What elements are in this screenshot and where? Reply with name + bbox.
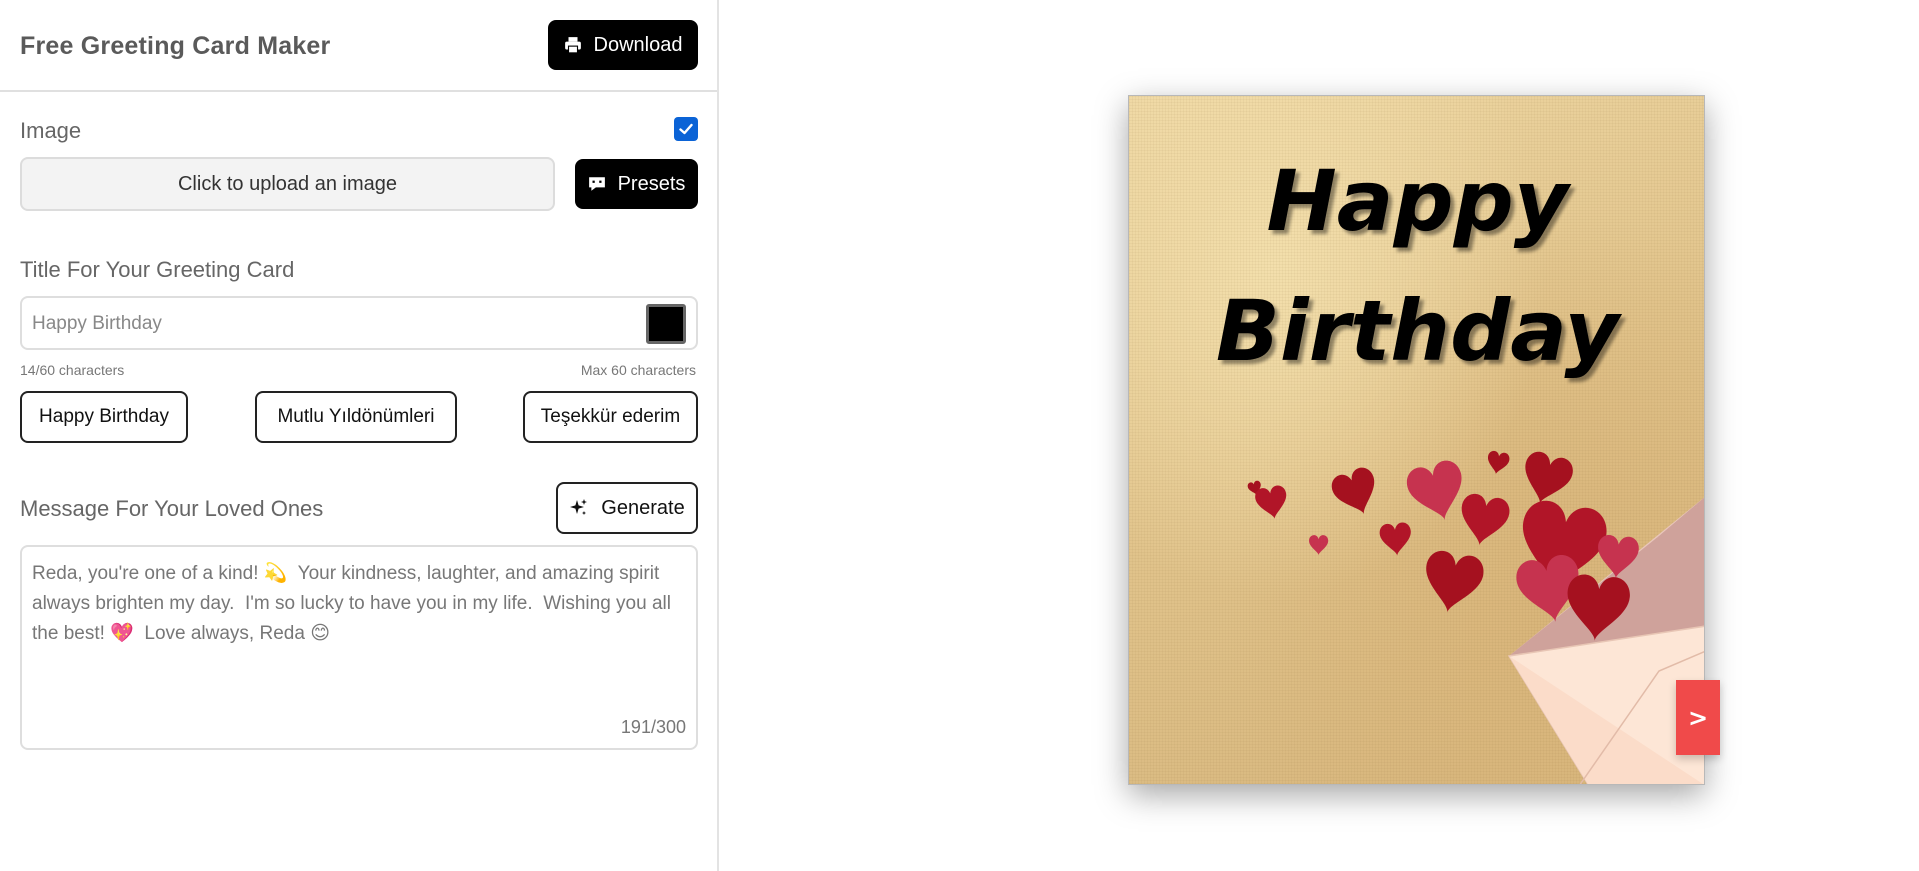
image-section-label: Image	[20, 118, 82, 143]
message-char-count: 191/300	[620, 717, 686, 737]
sparkle-icon	[570, 499, 588, 515]
image-toggle-checkbox[interactable]	[674, 117, 698, 141]
generate-button[interactable]: Generate	[556, 482, 698, 534]
title-input-container	[20, 296, 698, 350]
heart-icons	[1246, 448, 1640, 644]
app-title: Free Greeting Card Maker	[20, 32, 331, 60]
chat-icon	[588, 177, 605, 191]
message-textarea[interactable]: Reda, you're one of a kind! 💫 Your kindn…	[20, 545, 698, 750]
printer-icon	[564, 37, 581, 54]
message-section-label: Message For Your Loved Ones	[20, 496, 324, 521]
app-root: Free Greeting Card Maker Download Image …	[0, 0, 1919, 871]
title-color-picker[interactable]	[646, 304, 686, 344]
title-section-label: Title For Your Greeting Card	[20, 257, 295, 282]
presets-label: Presets	[617, 172, 686, 195]
checkmark-icon	[679, 123, 693, 135]
next-design-button[interactable]: >	[1676, 680, 1720, 755]
editor-panel: Free Greeting Card Maker Download Image …	[0, 0, 719, 871]
title-max-hint: Max 60 characters	[580, 362, 696, 378]
panel-header: Free Greeting Card Maker Download	[0, 0, 717, 92]
generate-label: Generate	[601, 496, 685, 519]
title-char-count: 14/60 characters	[20, 362, 125, 378]
presets-button[interactable]: Presets	[575, 159, 698, 209]
card-preview: Happy Birthday	[1128, 95, 1705, 785]
download-button[interactable]: Download	[548, 20, 698, 70]
download-label: Download	[593, 33, 683, 56]
upload-image-button[interactable]: Click to upload an image	[20, 157, 555, 211]
preset-title-happy-birthday[interactable]: Happy Birthday	[20, 391, 188, 443]
title-input[interactable]	[32, 310, 592, 338]
message-text: Reda, you're one of a kind! 💫 Your kindn…	[32, 563, 677, 644]
preset-title-tesekkur-ederim[interactable]: Teşekkür ederim	[523, 391, 698, 443]
preset-title-mutlu-yildonumleri[interactable]: Mutlu Yıldönümleri	[255, 391, 457, 443]
card-title-text: Happy Birthday	[1215, 152, 1620, 380]
